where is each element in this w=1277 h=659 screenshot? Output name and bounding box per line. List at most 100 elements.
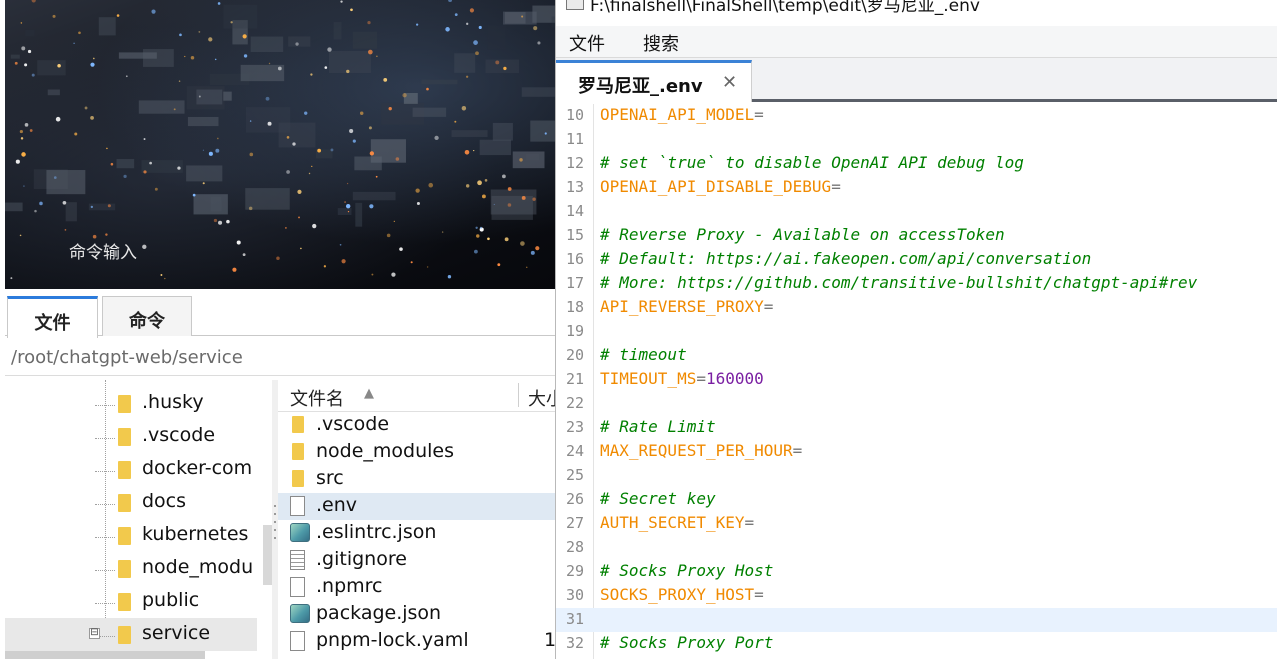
tree-item[interactable]: .husky bbox=[5, 387, 257, 420]
folder-icon bbox=[118, 461, 131, 479]
file-list: 文件名 ▲ 大小 .vscode node_modulessrc .env .esli… bbox=[278, 380, 555, 659]
sort-ascending-icon[interactable]: ▲ bbox=[364, 386, 374, 401]
background-light-speck bbox=[454, 13, 458, 17]
code-line[interactable]: 15 # Reverse Proxy - Available on accessT… bbox=[556, 224, 1277, 248]
background-light-speck bbox=[173, 108, 176, 111]
line-text: OPENAI_API_DISABLE_DEBUG= bbox=[600, 177, 841, 196]
code-line[interactable]: 13 OPENAI_API_DISABLE_DEBUG= bbox=[556, 176, 1277, 200]
background-light-speck bbox=[226, 219, 230, 224]
background-block bbox=[98, 17, 116, 36]
folder-icon bbox=[292, 416, 304, 433]
file-row[interactable]: src bbox=[278, 466, 555, 493]
file-row[interactable]: pnpm-lock.yaml 1 bbox=[278, 628, 555, 655]
code-line[interactable]: 30 SOCKS_PROXY_HOST= bbox=[556, 584, 1277, 608]
code-editor[interactable]: 10 OPENAI_API_MODEL= 11 12 # set `true` to d… bbox=[556, 104, 1277, 659]
tab-files[interactable]: 文件 bbox=[7, 296, 98, 338]
code-line[interactable]: 11 bbox=[556, 128, 1277, 152]
token-op: = bbox=[763, 297, 774, 316]
code-line[interactable]: 22 bbox=[556, 392, 1277, 416]
code-line[interactable]: 32 # Socks Proxy Port bbox=[556, 632, 1277, 656]
background-light-speck bbox=[90, 205, 94, 209]
code-line[interactable]: 10 OPENAI_API_MODEL= bbox=[556, 104, 1277, 128]
code-line[interactable]: 25 bbox=[556, 464, 1277, 488]
token-op: = bbox=[754, 105, 764, 124]
terminal-area[interactable]: 命令输入 bbox=[5, 0, 555, 289]
tree-item[interactable]: ⊟ service bbox=[5, 618, 257, 651]
tree-connector bbox=[95, 504, 115, 505]
code-line[interactable]: 28 bbox=[556, 536, 1277, 560]
code-line[interactable]: 17 # More: https://github.com/transitive-… bbox=[556, 272, 1277, 296]
code-line[interactable]: 18 API_REVERSE_PROXY= bbox=[556, 296, 1277, 320]
column-header-name[interactable]: 文件名 bbox=[290, 385, 344, 411]
line-number: 14 bbox=[565, 202, 584, 220]
close-icon[interactable]: ✕ bbox=[722, 72, 737, 93]
background-light-speck bbox=[149, 161, 152, 165]
tree-item[interactable]: docker-com bbox=[5, 453, 257, 486]
file-row[interactable]: .env bbox=[278, 493, 555, 520]
tree-horizontal-scrollbar[interactable] bbox=[5, 651, 205, 659]
command-input-label[interactable]: 命令输入 bbox=[69, 238, 137, 263]
file-row[interactable]: .eslintrc.json bbox=[278, 520, 555, 547]
background-block bbox=[37, 60, 66, 76]
code-line[interactable]: 27 AUTH_SECRET_KEY= bbox=[556, 512, 1277, 536]
file-row[interactable]: .gitignore bbox=[278, 547, 555, 574]
code-line[interactable]: 14 bbox=[556, 200, 1277, 224]
collapse-icon[interactable]: ⊟ bbox=[89, 628, 100, 639]
menu-search[interactable]: 搜索 bbox=[643, 30, 679, 56]
tree-item[interactable]: node_modu bbox=[5, 552, 257, 585]
code-line[interactable]: 16 # Default: https://ai.fakeopen.com/api… bbox=[556, 248, 1277, 272]
column-separator[interactable] bbox=[518, 383, 519, 407]
background-light-speck bbox=[107, 204, 111, 208]
tree-item[interactable]: kubernetes bbox=[5, 519, 257, 552]
code-line[interactable]: 19 bbox=[556, 320, 1277, 344]
background-block bbox=[47, 89, 60, 96]
column-header-size[interactable]: 大小 bbox=[528, 385, 555, 411]
background-block bbox=[355, 202, 363, 227]
background-block bbox=[421, 79, 458, 85]
code-line[interactable]: 21 TIMEOUT_MS=160000 bbox=[556, 368, 1277, 392]
background-light-speck bbox=[265, 96, 270, 101]
background-light-speck bbox=[388, 106, 392, 111]
background-block bbox=[526, 153, 540, 161]
file-row[interactable]: package.json bbox=[278, 601, 555, 628]
code-line[interactable]: 26 # Secret key bbox=[556, 488, 1277, 512]
background-block bbox=[521, 87, 555, 97]
background-block bbox=[245, 188, 290, 210]
background-light-speck bbox=[474, 249, 478, 254]
document-tab[interactable]: 罗马尼亚_.env ✕ bbox=[556, 60, 752, 102]
tree-item[interactable]: docs bbox=[5, 486, 257, 519]
file-row[interactable]: node_modules bbox=[278, 439, 555, 466]
tree-item[interactable]: .vscode bbox=[5, 420, 257, 453]
splitter-grip-dot bbox=[274, 537, 276, 539]
background-light-speck bbox=[123, 174, 127, 179]
background-light-speck bbox=[507, 187, 512, 191]
tree-vertical-scrollbar[interactable] bbox=[263, 525, 272, 585]
code-line[interactable]: 31 bbox=[556, 608, 1277, 632]
background-light-speck bbox=[73, 42, 75, 45]
code-line[interactable]: 20 # timeout bbox=[556, 344, 1277, 368]
background-light-speck bbox=[367, 20, 371, 25]
tree-item[interactable]: public bbox=[5, 585, 257, 618]
line-number: 29 bbox=[565, 562, 584, 580]
code-line[interactable]: 29 # Socks Proxy Host bbox=[556, 560, 1277, 584]
path-bar[interactable]: /root/chatgpt-web/service bbox=[5, 342, 555, 376]
code-line[interactable]: 12 # set `true` to disable OpenAI API deb… bbox=[556, 152, 1277, 176]
background-light-speck bbox=[530, 250, 535, 255]
document-tab-label[interactable]: 罗马尼亚_.env bbox=[578, 72, 703, 98]
line-number: 24 bbox=[565, 442, 584, 460]
file-row[interactable]: .vscode bbox=[278, 412, 555, 439]
app-icon bbox=[566, 0, 584, 10]
tab-commands[interactable]: 命令 bbox=[102, 296, 192, 336]
code-line[interactable]: 24 MAX_REQUEST_PER_HOUR= bbox=[556, 440, 1277, 464]
background-light-speck bbox=[426, 266, 429, 268]
menu-file[interactable]: 文件 bbox=[569, 30, 605, 56]
line-text: # More: https://github.com/transitive-bu… bbox=[600, 273, 1197, 292]
file-row[interactable]: .npmrc bbox=[278, 574, 555, 601]
line-text: # Rate Limit bbox=[600, 417, 716, 436]
background-block bbox=[187, 116, 219, 127]
background-light-speck bbox=[31, 73, 35, 77]
background-light-speck bbox=[415, 188, 420, 193]
background-light-speck bbox=[57, 64, 61, 68]
background-light-speck bbox=[142, 244, 147, 249]
code-line[interactable]: 23 # Rate Limit bbox=[556, 416, 1277, 440]
